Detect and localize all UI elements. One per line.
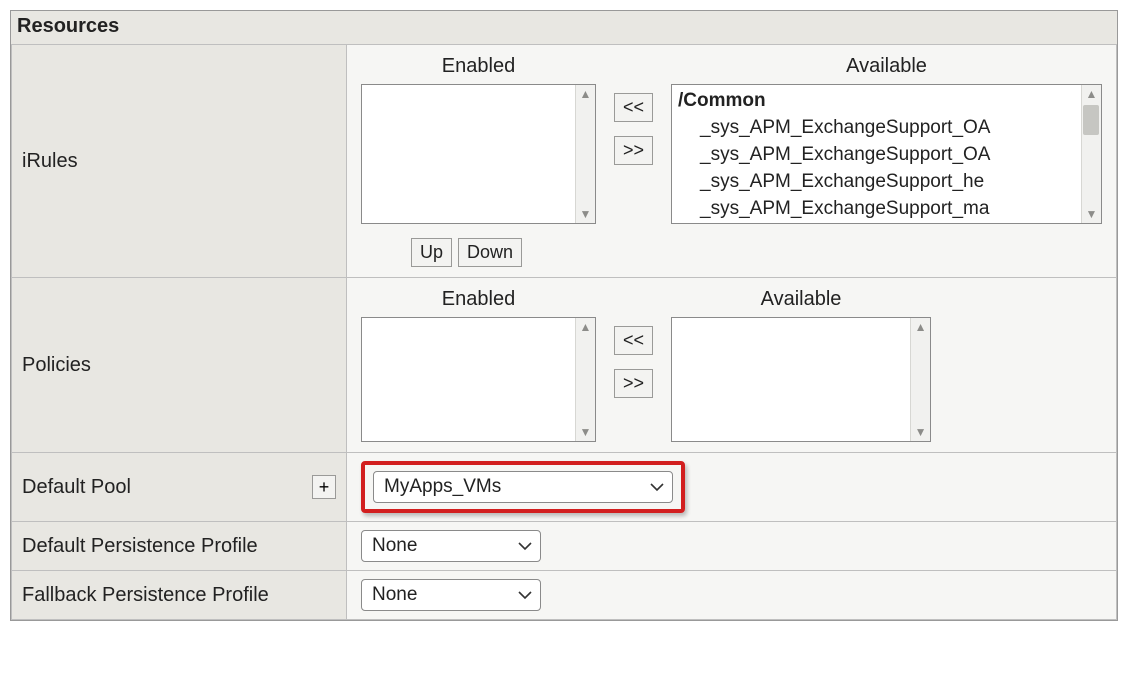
scrollbar-thumb[interactable] <box>1083 105 1099 135</box>
default-pool-value: MyApps_VMs <box>384 476 501 498</box>
scroll-down-icon[interactable]: ▼ <box>915 423 927 441</box>
policies-move-right-button[interactable]: >> <box>614 369 653 398</box>
policies-enabled-header: Enabled <box>442 288 515 311</box>
policies-enabled-col: Enabled ▲ ▼ <box>361 288 596 442</box>
row-irules: iRules Enabled ▲ ▼ <box>12 45 1117 278</box>
label-default-persistence-text: Default Persistence Profile <box>22 535 258 557</box>
list-item[interactable]: _sys_APM_ExchangeSupport_he <box>678 168 1079 195</box>
policies-enabled-listbox[interactable]: ▲ ▼ <box>361 317 596 442</box>
content-policies: Enabled ▲ ▼ << >> <box>347 278 1117 453</box>
default-persistence-select[interactable]: None <box>361 530 541 562</box>
label-default-pool-text: Default Pool <box>22 476 131 499</box>
content-fallback-persistence: None <box>347 571 1117 620</box>
irules-move-right-button[interactable]: >> <box>614 136 653 165</box>
row-policies: Policies Enabled ▲ ▼ <box>12 278 1117 453</box>
irules-up-button[interactable]: Up <box>411 238 452 267</box>
list-item[interactable]: _sys_APM_ExchangeSupport_OA <box>678 114 1079 141</box>
label-fallback-persistence-text: Fallback Persistence Profile <box>22 584 269 606</box>
row-default-persistence: Default Persistence Profile None <box>12 522 1117 571</box>
content-default-pool: MyApps_VMs <box>347 453 1117 522</box>
list-group[interactable]: /Common <box>678 87 1079 114</box>
highlight-default-pool: MyApps_VMs <box>361 461 685 513</box>
chevron-down-icon <box>518 541 532 551</box>
content-default-persistence: None <box>347 522 1117 571</box>
policies-shuttle: << >> <box>614 326 653 398</box>
irules-available-listbox[interactable]: /Common _sys_APM_ExchangeSupport_OA _sys… <box>671 84 1102 224</box>
scroll-up-icon[interactable]: ▲ <box>580 85 592 103</box>
irules-shuttle: << >> <box>614 93 653 165</box>
resources-panel: Resources iRules Enabled ▲ ▼ <box>10 10 1118 621</box>
resources-table: iRules Enabled ▲ ▼ <box>11 44 1117 620</box>
irules-enabled-listbox[interactable]: ▲ ▼ <box>361 84 596 224</box>
label-default-persistence: Default Persistence Profile <box>12 522 347 571</box>
irules-move-left-button[interactable]: << <box>614 93 653 122</box>
scroll-up-icon[interactable]: ▲ <box>580 318 592 336</box>
policies-move-left-button[interactable]: << <box>614 326 653 355</box>
irules-enabled-header: Enabled <box>442 55 515 78</box>
content-irules: Enabled ▲ ▼ << >> <box>347 45 1117 278</box>
panel-title: Resources <box>11 11 1117 44</box>
chevron-down-icon <box>650 482 664 492</box>
irules-available-header: Available <box>671 55 1102 78</box>
irules-updown: Up Down <box>411 238 1102 267</box>
policies-available-col: Available ▲ ▼ <box>671 288 931 442</box>
scroll-up-icon[interactable]: ▲ <box>1086 85 1098 103</box>
label-fallback-persistence: Fallback Persistence Profile <box>12 571 347 620</box>
list-item[interactable]: _sys_APM_ExchangeSupport_OA <box>678 141 1079 168</box>
label-policies-text: Policies <box>22 354 91 376</box>
scroll-down-icon[interactable]: ▼ <box>580 205 592 223</box>
irules-enabled-col: Enabled ▲ ▼ <box>361 55 596 224</box>
irules-available-col: Available /Common _sys_APM_ExchangeSuppo… <box>671 55 1102 224</box>
fallback-persistence-select[interactable]: None <box>361 579 541 611</box>
scrollbar[interactable]: ▲ ▼ <box>575 85 595 223</box>
row-default-pool: Default Pool + MyApps_VMs <box>12 453 1117 522</box>
irules-available-items: /Common _sys_APM_ExchangeSupport_OA _sys… <box>672 85 1101 224</box>
list-item[interactable]: _sys_APM_ExchangeSupport_ma <box>678 195 1079 222</box>
label-irules-text: iRules <box>22 150 78 172</box>
scroll-down-icon[interactable]: ▼ <box>1086 205 1098 223</box>
label-policies: Policies <box>12 278 347 453</box>
irules-down-button[interactable]: Down <box>458 238 522 267</box>
scroll-up-icon[interactable]: ▲ <box>915 318 927 336</box>
policies-available-listbox[interactable]: ▲ ▼ <box>671 317 931 442</box>
chevron-down-icon <box>518 590 532 600</box>
add-pool-button[interactable]: + <box>312 475 336 499</box>
scrollbar[interactable]: ▲ ▼ <box>575 318 595 441</box>
default-persistence-value: None <box>372 535 417 557</box>
label-default-pool: Default Pool + <box>12 453 347 522</box>
policies-available-header: Available <box>761 288 842 311</box>
scroll-down-icon[interactable]: ▼ <box>580 423 592 441</box>
default-pool-select[interactable]: MyApps_VMs <box>373 471 673 503</box>
label-irules: iRules <box>12 45 347 278</box>
scrollbar[interactable]: ▲ ▼ <box>910 318 930 441</box>
row-fallback-persistence: Fallback Persistence Profile None <box>12 571 1117 620</box>
fallback-persistence-value: None <box>372 584 417 606</box>
